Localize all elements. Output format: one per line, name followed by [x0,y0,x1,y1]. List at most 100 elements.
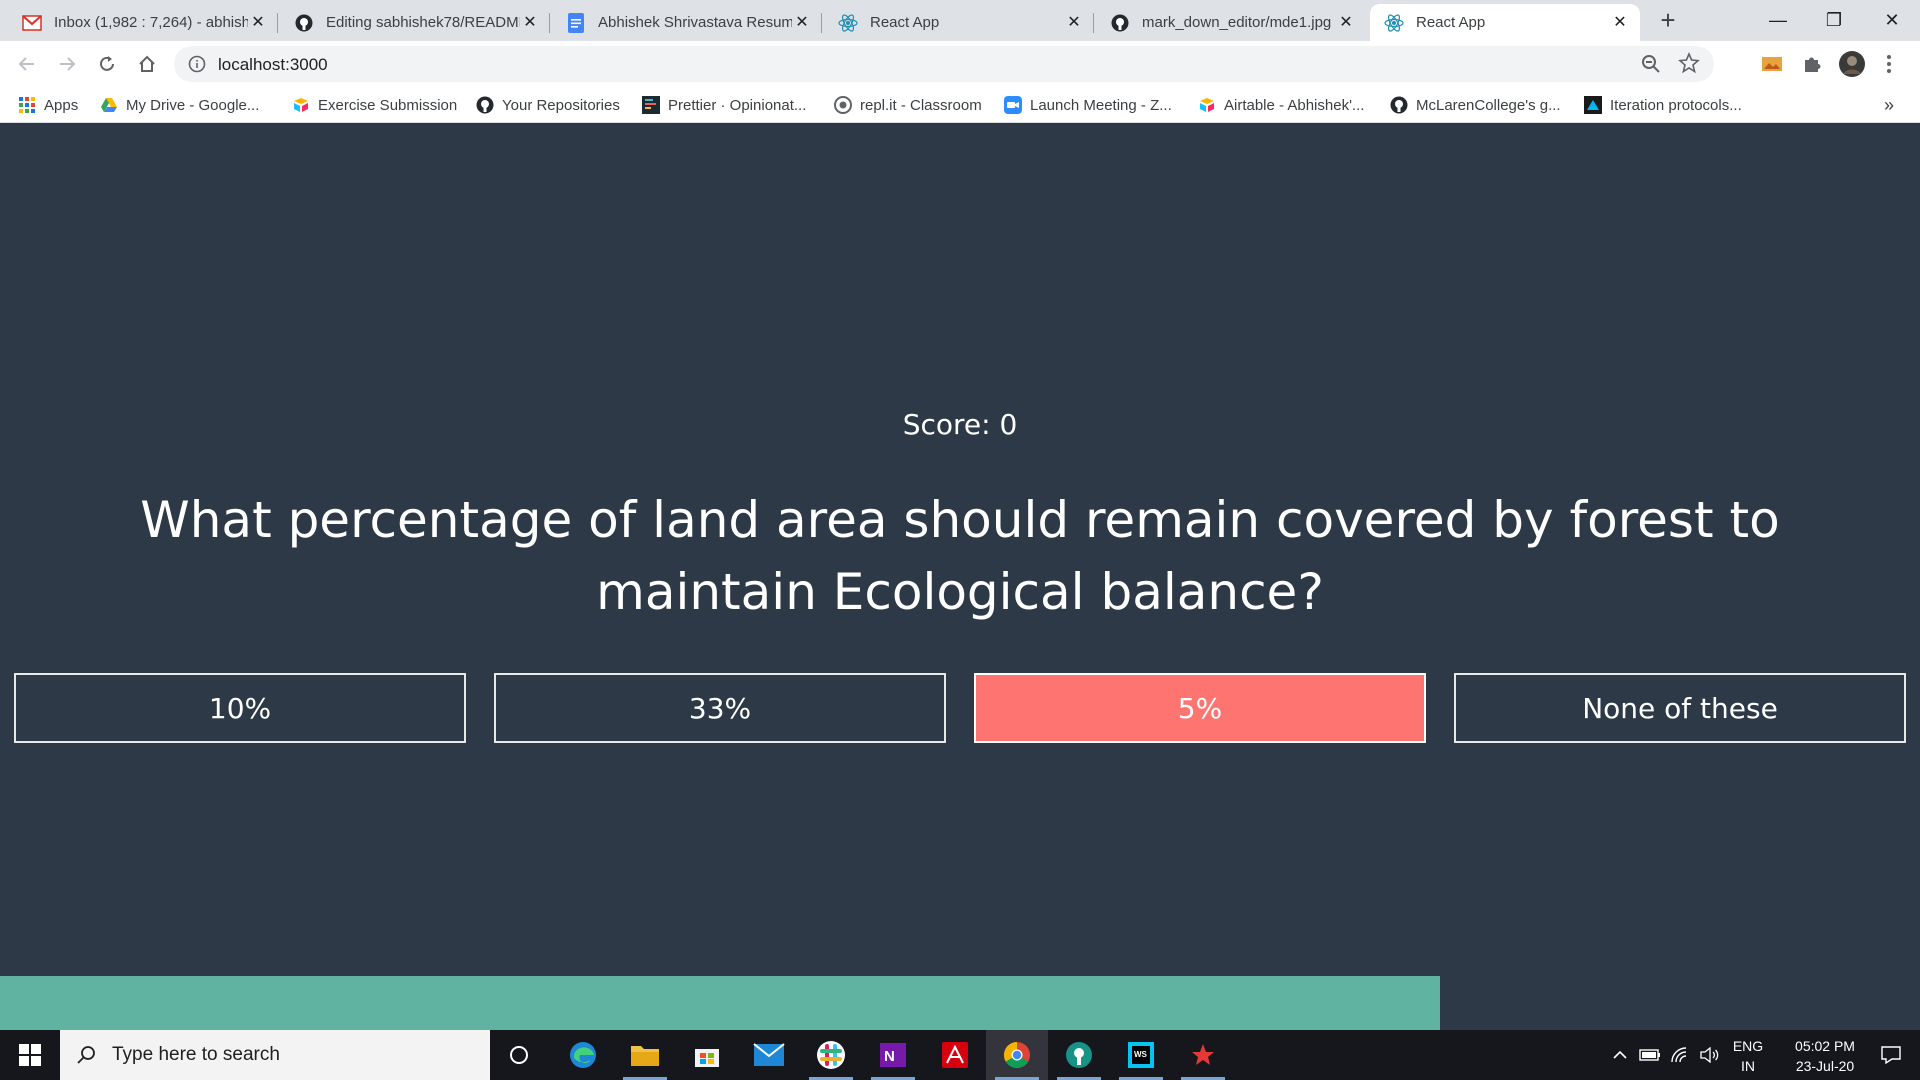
tab-github-image[interactable]: mark_down_editor/mde1.jpg ✕ [1096,4,1366,41]
url-text[interactable]: localhost:3000 [218,55,328,75]
answer-button-4[interactable]: None of these [1454,673,1906,743]
bookmark-iteration-protocols[interactable]: Iteration protocols... [1584,94,1742,116]
bookmark-label: Prettier · Opinionat... [668,96,807,114]
bookmark-apps[interactable]: Apps [18,94,78,116]
apps-grid-icon [19,97,35,113]
close-icon[interactable]: ✕ [1336,13,1356,33]
gitkraken-icon[interactable] [1048,1030,1110,1080]
answer-button-3-wrong[interactable]: 5% [974,673,1426,743]
forward-arrow-icon [60,57,76,71]
tab-title: mark_down_editor/mde1.jpg [1142,14,1332,31]
close-icon[interactable]: ✕ [792,13,812,33]
chrome-icon[interactable] [986,1030,1048,1080]
prettier-icon [642,96,660,114]
tab-separator [277,13,278,33]
extensions-puzzle-icon[interactable] [1800,52,1824,76]
score-label: Score: 0 [902,408,1018,441]
onenote-icon[interactable]: N [862,1030,924,1080]
google-docs-icon [566,12,586,33]
bookmark-label: My Drive - Google... [126,96,260,114]
bookmark-label: Your Repositories [502,96,620,114]
show-hidden-icons-chevron-icon[interactable] [1606,1030,1634,1080]
timer-progress-fill [0,976,1440,1030]
system-clock[interactable]: 05:02 PM 23-Jul-20 [1780,1036,1870,1076]
bookmark-replit[interactable]: repl.it - Classroom [834,94,982,116]
site-info-icon [188,55,206,73]
github-icon [1110,13,1130,33]
extension-image-icon[interactable] [1760,52,1784,76]
window-close-button[interactable]: ✕ [1864,0,1920,40]
tab-github-editing[interactable]: Editing sabhishek78/README ✕ [280,4,550,41]
zoom-icon [1642,55,1660,73]
file-explorer-icon[interactable] [614,1030,676,1080]
app-icon[interactable] [1172,1030,1234,1080]
bookmark-label: Iteration protocols... [1610,96,1742,114]
quiz-page: Score: 0 What percentage of land area sh… [0,124,1920,1030]
bookmark-label: Apps [44,96,79,114]
minimize-button[interactable]: — [1750,0,1806,40]
tab-react-app-1[interactable]: React App ✕ [824,4,1094,41]
tab-resume-doc[interactable]: Abhishek Shrivastava Resume ✕ [552,4,822,41]
react-icon [838,13,858,33]
bookmarks-overflow-button[interactable]: » [1884,94,1894,116]
tab-title: React App [870,14,940,31]
profile-avatar[interactable] [1838,50,1866,78]
input-language-indicator[interactable]: ENG IN [1728,1036,1768,1076]
edge-icon[interactable] [552,1030,614,1080]
close-icon[interactable]: ✕ [248,13,268,33]
slack-icon[interactable] [800,1030,862,1080]
reload-button[interactable] [92,49,122,79]
back-button[interactable] [12,49,42,79]
bookmark-your-repositories[interactable]: Your Repositories [476,94,620,116]
tab-title: Abhishek Shrivastava Resume [598,14,792,31]
bookmark-my-drive[interactable]: My Drive - Google... [100,94,259,116]
close-icon[interactable]: ✕ [520,13,540,33]
bookmark-airtable[interactable]: Airtable - Abhishek'... [1198,94,1364,116]
mdn-icon [1584,96,1602,114]
mail-icon[interactable] [738,1030,800,1080]
tab-title: Editing sabhishek78/README [326,14,520,31]
notifications-icon[interactable] [1866,1030,1916,1080]
tab-gmail[interactable]: Inbox (1,982 : 7,264) - abhishek ✕ [8,4,278,41]
tab-strip: Inbox (1,982 : 7,264) - abhishek ✕ Editi… [0,0,1920,41]
react-icon [1384,13,1404,33]
taskbar-search-box[interactable]: Type here to search [60,1030,490,1080]
airtable-icon [294,98,308,112]
tab-separator [821,13,822,33]
tab-title: React App [1416,14,1486,31]
zoom-icon [1004,96,1022,114]
maximize-button[interactable]: ❐ [1806,0,1862,40]
answer-button-2[interactable]: 33% [494,673,946,743]
address-bar[interactable]: localhost:3000 [174,46,1714,82]
acrobat-icon[interactable] [924,1030,986,1080]
bookmark-label: Exercise Submission [318,96,458,114]
gmail-icon [22,13,42,33]
forward-button[interactable] [52,49,82,79]
tab-react-app-active[interactable]: React App ✕ [1370,4,1640,41]
clock-time: 05:02 PM [1795,1038,1855,1054]
close-icon[interactable]: ✕ [1064,13,1084,33]
cortana-icon[interactable] [488,1030,550,1080]
new-tab-button[interactable]: + [1654,6,1682,34]
answer-button-1[interactable]: 10% [14,673,466,743]
bookmarks-bar: Apps My Drive - Google... Exercise Submi… [0,87,1920,123]
webstorm-icon[interactable]: WS [1110,1030,1172,1080]
store-icon[interactable] [676,1030,738,1080]
volume-icon[interactable] [1696,1030,1724,1080]
bookmark-label: repl.it - Classroom [860,96,982,114]
bookmark-exercise-submission[interactable]: Exercise Submission [292,94,457,116]
wifi-icon[interactable] [1666,1030,1694,1080]
start-button[interactable] [0,1030,60,1080]
close-icon[interactable]: ✕ [1610,13,1630,33]
bookmark-prettier[interactable]: Prettier · Opinionat... [642,94,806,116]
replit-icon [834,96,852,114]
browser-menu-icon[interactable] [1882,52,1896,76]
github-icon [1390,96,1408,114]
search-icon [77,1046,95,1064]
bookmark-zoom-meeting[interactable]: Launch Meeting - Z... [1004,94,1172,116]
tab-separator [549,13,550,33]
bookmark-mclarencollege[interactable]: McLarenCollege's g... [1390,94,1561,116]
home-button[interactable] [132,49,162,79]
battery-icon[interactable] [1636,1030,1664,1080]
tab-separator [1093,13,1094,33]
